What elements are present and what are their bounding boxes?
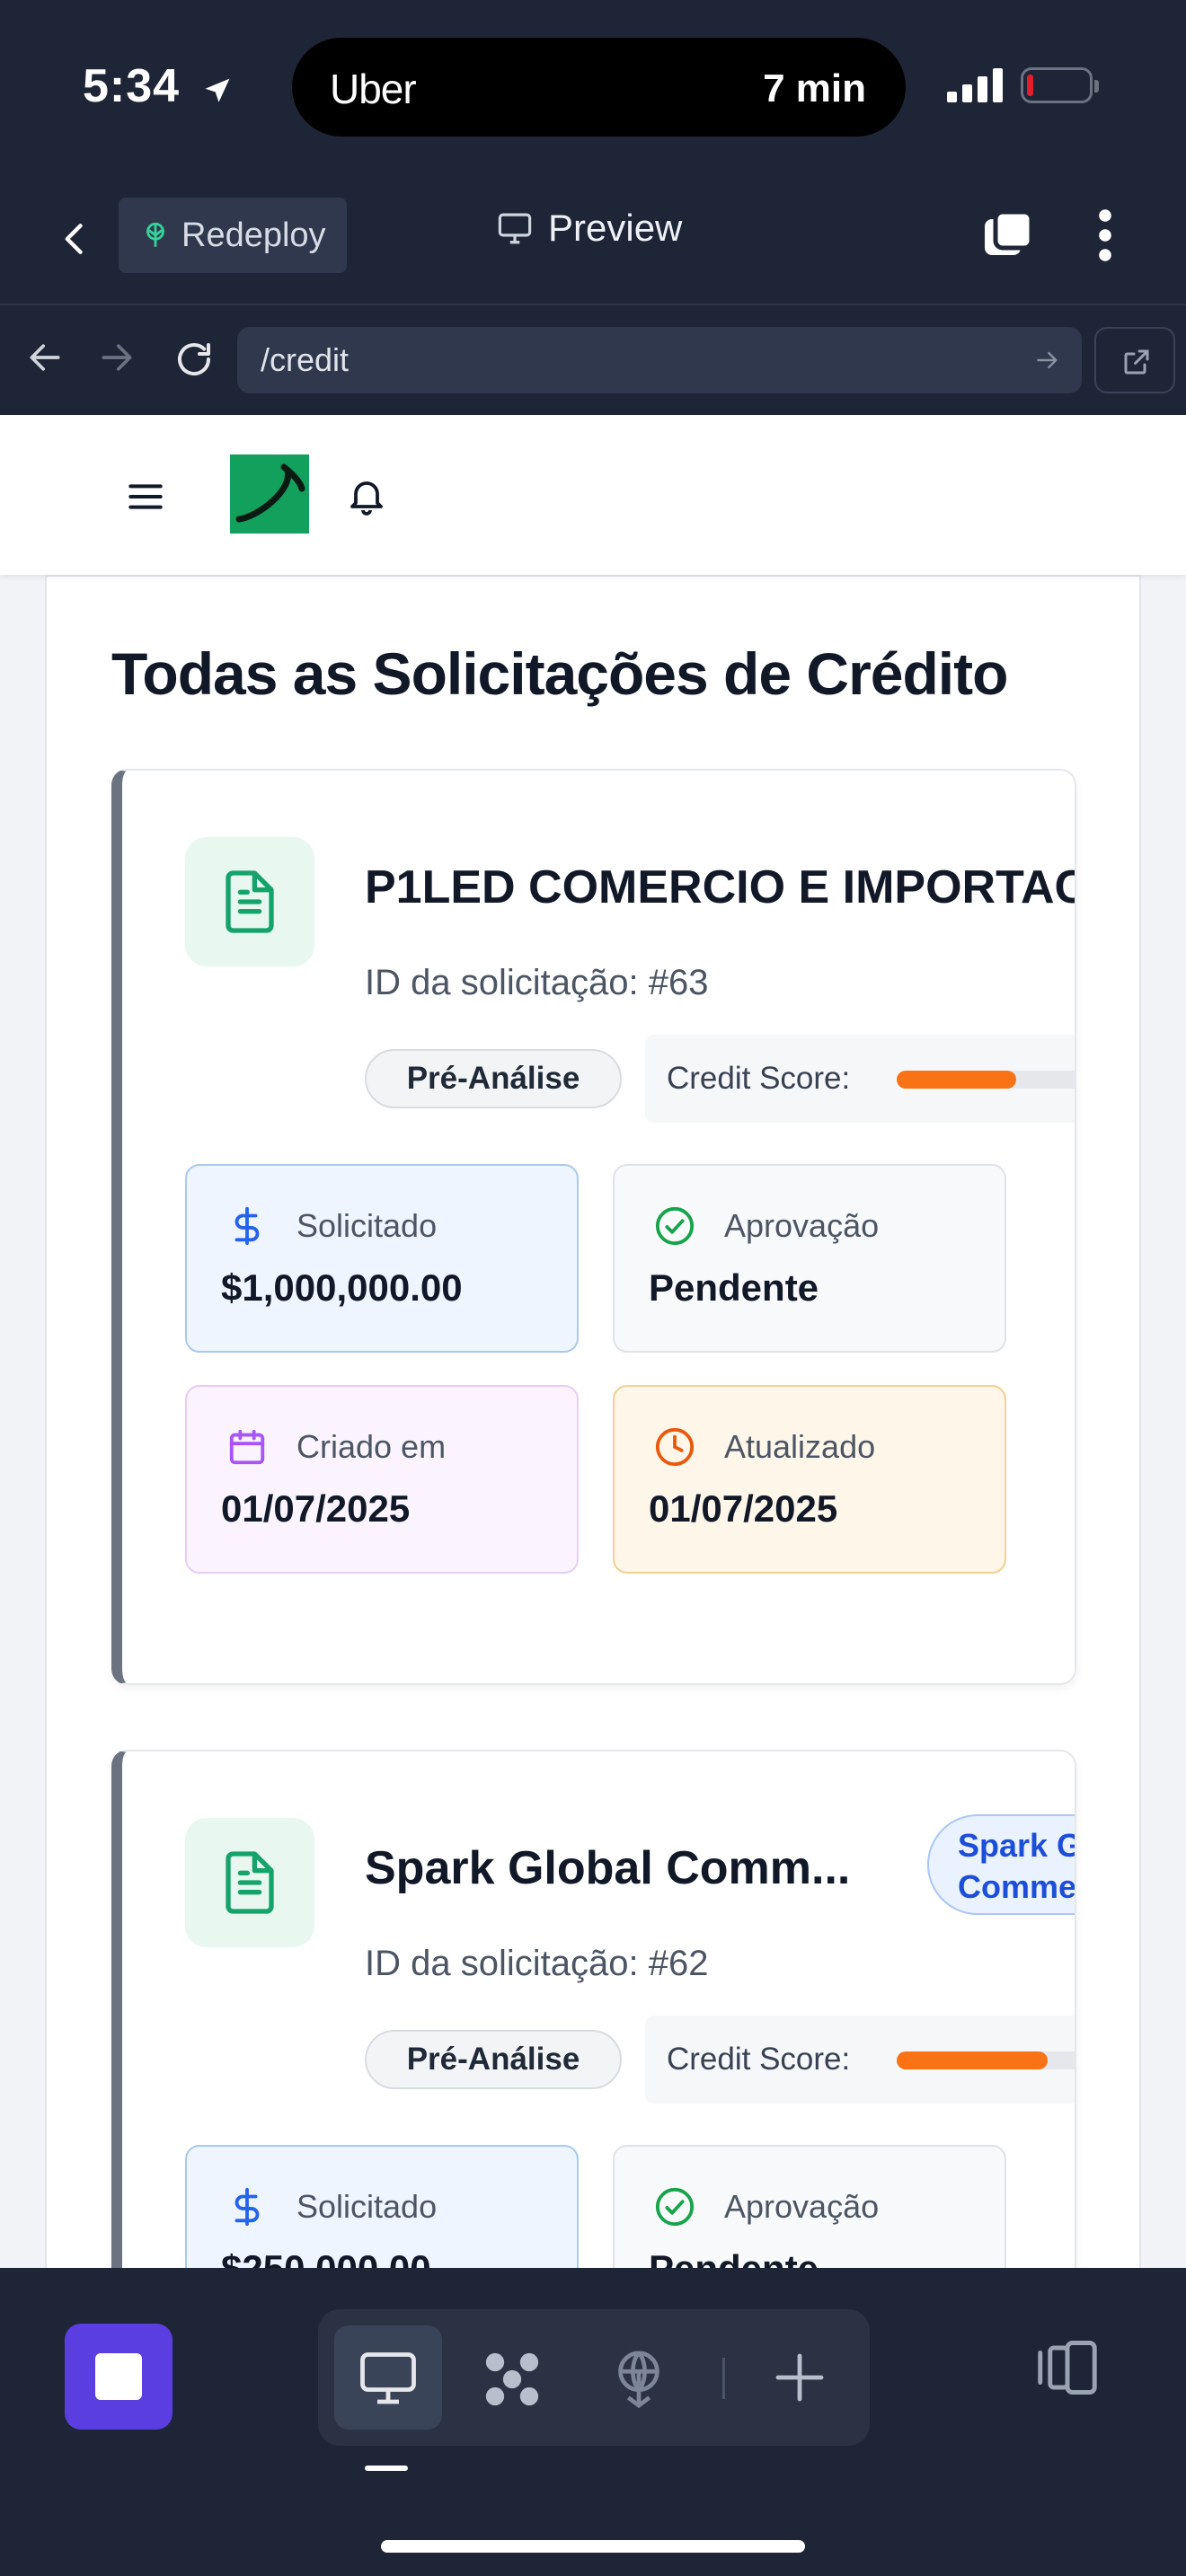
document-icon-box: [185, 1818, 314, 1947]
created-date-tile: Criado em 01/07/2025: [185, 1385, 579, 1574]
company-logo[interactable]: [230, 454, 309, 534]
credit-score-bar: [897, 1071, 1075, 1089]
requested-value: $250,000.00: [221, 2247, 431, 2268]
forward-arrow-icon[interactable]: [97, 338, 137, 377]
site-header: [0, 415, 1186, 575]
requested-label: Solicitado: [296, 2188, 438, 2225]
updated-value: 01/07/2025: [649, 1487, 838, 1530]
open-external-button[interactable]: [1094, 327, 1175, 393]
redeploy-button[interactable]: Redeploy: [119, 198, 347, 273]
monitor-icon: [498, 213, 532, 244]
company-name: P1LED COMERCIO E IMPORTACAO LTDA: [365, 861, 1075, 913]
url-text: /credit: [261, 341, 350, 378]
credit-request-card[interactable]: Spark Global Comm... Spark Global Commer…: [111, 1750, 1076, 2268]
entity-badge-line1: Spark Global: [958, 1827, 1075, 1864]
requested-amount-tile: Solicitado $250,000.00: [185, 2145, 579, 2268]
live-activity-app: Uber: [330, 66, 417, 112]
deploy-globe-icon[interactable]: [607, 2345, 670, 2413]
created-label: Criado em: [296, 1428, 447, 1465]
status-badge: Pré-Análise: [365, 2030, 622, 2089]
updated-label: Atualizado: [724, 1428, 876, 1465]
toolbar-divider: [722, 2358, 725, 2399]
back-chevron-icon[interactable]: [56, 216, 95, 262]
home-indicator[interactable]: [381, 2540, 805, 2553]
logo-swoosh-icon: [235, 463, 305, 523]
requested-value: $1,000,000.00: [221, 1266, 463, 1309]
approval-label: Aprovação: [724, 2188, 880, 2225]
stop-button[interactable]: [65, 2324, 173, 2430]
location-arrow-icon: [205, 78, 230, 102]
check-circle-icon: [655, 1206, 695, 1246]
reload-icon[interactable]: [173, 338, 216, 381]
credit-score: Credit Score: 5: [645, 2016, 1075, 2104]
credit-score: Credit Score: 4: [645, 1035, 1075, 1123]
notifications-bell-icon[interactable]: [345, 472, 388, 519]
approval-tile: Aprovação Pendente: [613, 2145, 1006, 2268]
company-name: Spark Global Comm...: [365, 1842, 851, 1894]
credit-score-label: Credit Score:: [667, 2042, 851, 2077]
updated-date-tile: Atualizado 01/07/2025: [613, 1385, 1006, 1574]
page-title: Todas as Solicitações de Crédito: [111, 640, 1008, 707]
credit-score-bar: [897, 2051, 1075, 2069]
requested-label: Solicitado: [296, 1207, 438, 1244]
deploy-icon: [146, 222, 164, 247]
preview-label: Preview: [548, 207, 683, 249]
request-id: ID da solicitação: #63: [365, 963, 709, 1002]
clock-icon: [655, 1427, 695, 1467]
approval-tile: Aprovação Pendente: [613, 1164, 1006, 1353]
credit-request-card[interactable]: P1LED COMERCIO E IMPORTACAO LTDA ID da s…: [111, 769, 1076, 1685]
workflow-icon[interactable]: [478, 2345, 546, 2413]
ios-status-bar: 5:34 Uber 7 min: [0, 0, 1186, 171]
credit-score-label: Credit Score:: [667, 1061, 851, 1096]
cellular-signal-icon: [947, 68, 1003, 102]
requests-panel: Todas as Solicitações de Crédito P1LED C…: [45, 575, 1141, 2268]
requested-amount-tile: Solicitado $1,000,000.00: [185, 1164, 579, 1353]
check-circle-icon: [655, 2187, 695, 2227]
status-badge: Pré-Análise: [365, 1049, 622, 1108]
redeploy-label: Redeploy: [181, 216, 326, 254]
add-plus-icon[interactable]: [771, 2345, 828, 2410]
preview-tab[interactable]: Preview: [494, 207, 682, 250]
approval-value: Pendente: [649, 2247, 819, 2268]
desktop-preview-icon[interactable]: [354, 2345, 422, 2410]
live-activity-eta: 7 min: [763, 66, 866, 110]
calendar-icon: [229, 1429, 265, 1465]
go-arrow-icon[interactable]: [1033, 327, 1062, 393]
more-vertical-icon[interactable]: [1087, 207, 1123, 264]
dynamic-island-live-activity[interactable]: Uber 7 min: [292, 38, 906, 137]
tabs-icon[interactable]: [979, 207, 1037, 264]
external-link-icon: [1124, 349, 1149, 375]
document-icon: [226, 870, 274, 933]
hamburger-menu-icon[interactable]: [128, 481, 164, 512]
clock: 5:34: [83, 59, 234, 113]
created-value: 01/07/2025: [221, 1487, 411, 1530]
browser-bar: /credit: [0, 307, 1186, 415]
side-panel-toggle-icon[interactable]: [1035, 2338, 1100, 2397]
entity-badge-line2: Commerce LTDA: [958, 1868, 1076, 1905]
approval-value: Pendente: [649, 1266, 819, 1309]
app-toolbar: Redeploy Preview: [0, 171, 1186, 305]
dollar-icon: [235, 1206, 260, 1246]
document-icon: [226, 1851, 274, 1914]
battery-icon: [1021, 67, 1099, 103]
dollar-icon: [235, 2187, 260, 2227]
view-switcher: [318, 2309, 870, 2446]
approval-label: Aprovação: [724, 1207, 880, 1244]
document-icon-box: [185, 837, 314, 966]
request-id: ID da solicitação: #62: [365, 1944, 709, 1983]
bottom-toolbar: [0, 2268, 1186, 2576]
credit-score-fill: [897, 1071, 1017, 1089]
credit-score-fill: [897, 2051, 1049, 2069]
entity-badge: Spark Global Commerce LTDA: [927, 1814, 1076, 1915]
web-page-viewport[interactable]: Todas as Solicitações de Crédito P1LED C…: [0, 415, 1186, 2268]
clock-text: 5:34: [83, 60, 181, 112]
url-input[interactable]: /credit: [237, 327, 1082, 393]
back-arrow-icon[interactable]: [25, 338, 65, 377]
active-tab-underline: [365, 2466, 408, 2471]
